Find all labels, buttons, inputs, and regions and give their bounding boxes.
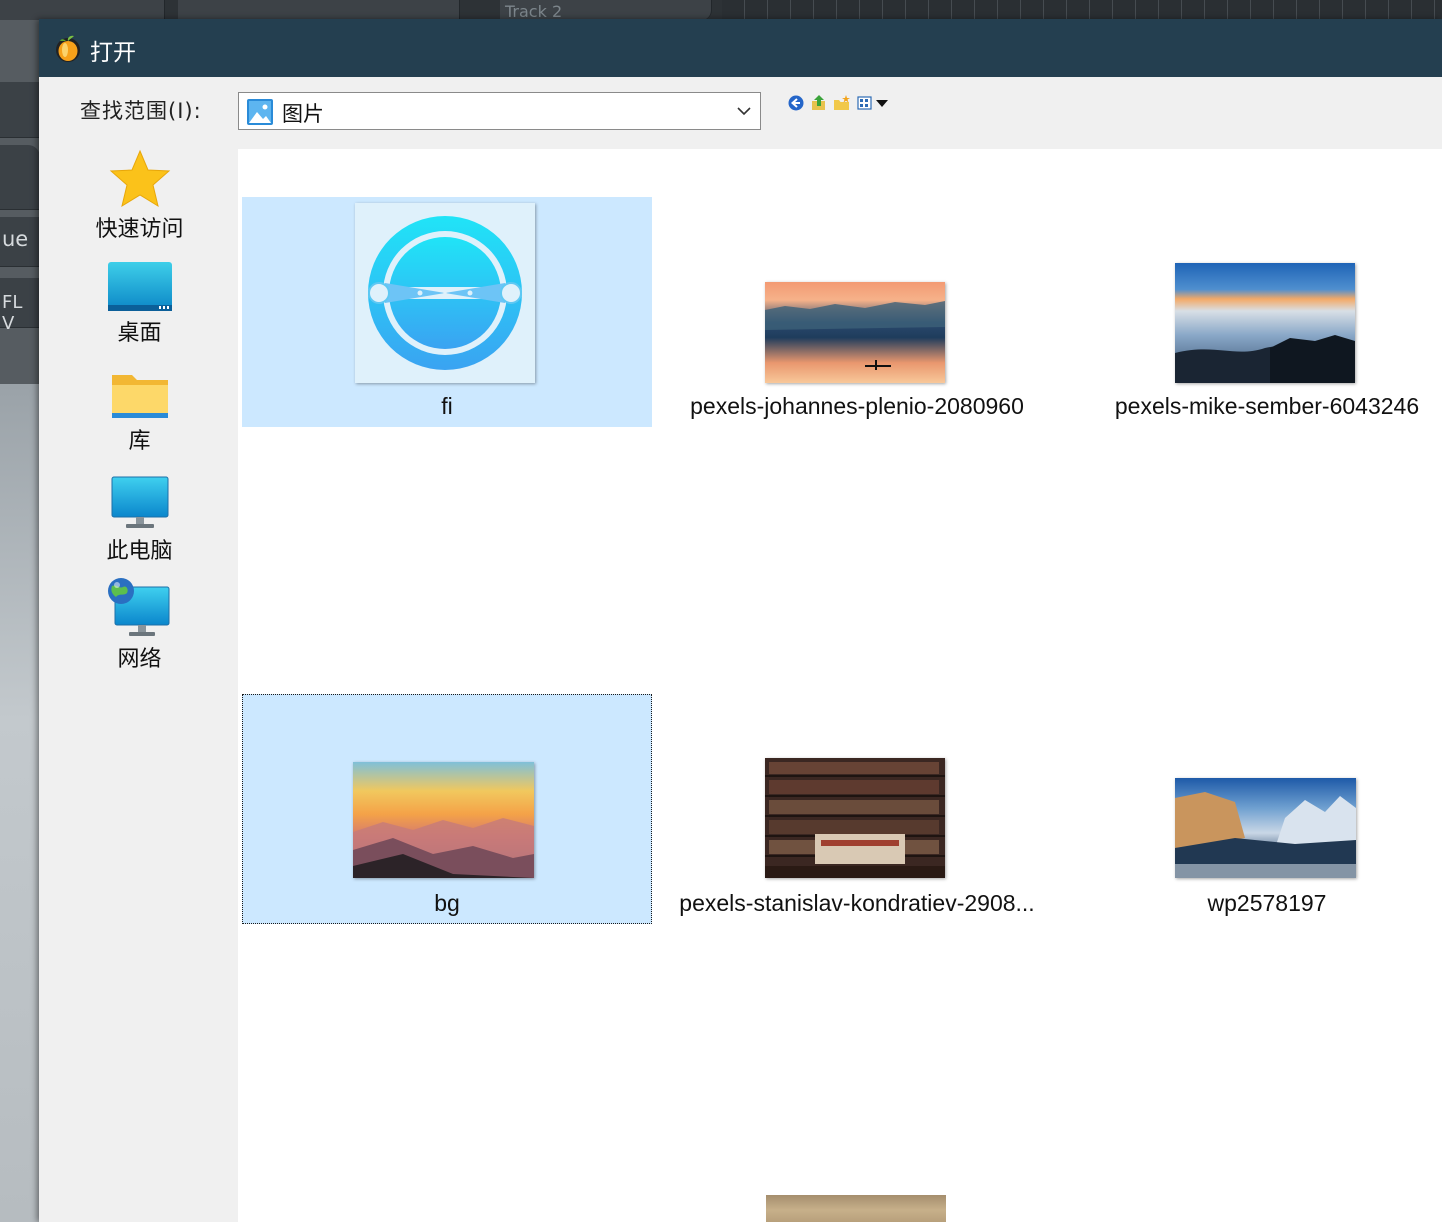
- fl-studio-fruit-icon: [56, 35, 80, 62]
- file-name: pexels-johannes-plenio-2080960: [690, 393, 1024, 419]
- file-thumbnail: [353, 762, 534, 878]
- background-panel: [0, 384, 40, 1222]
- open-file-dialog: 打开 查找范围(I): 图片 快速访问 桌面 库 此电脑 网络 fi pexel…: [39, 19, 1442, 1222]
- file-name: fi: [441, 393, 453, 419]
- file-thumbnail: [1175, 263, 1355, 383]
- background-playlist-grid: [722, 0, 1442, 20]
- pictures-folder-icon: [247, 99, 273, 125]
- file-thumbnail[interactable]: [766, 1195, 946, 1222]
- file-thumbnail: [1175, 778, 1356, 878]
- place-label: 库: [128, 429, 151, 454]
- file-item[interactable]: pexels-mike-sember-6043246: [1062, 197, 1442, 427]
- place-desktop[interactable]: 桌面: [51, 261, 228, 347]
- file-item[interactable]: pexels-johannes-plenio-2080960: [652, 197, 1062, 427]
- background-panel: [0, 145, 40, 210]
- file-thumbnail: [765, 282, 945, 383]
- folder-icon: [111, 375, 168, 418]
- file-thumbnail: [355, 203, 535, 383]
- place-label: 快速访问: [95, 217, 184, 242]
- background-toolbar: Track 2: [0, 0, 1442, 21]
- file-name: wp2578197: [1207, 890, 1327, 916]
- desktop-icon: [107, 262, 172, 311]
- file-name: pexels-mike-sember-6043246: [1114, 393, 1420, 419]
- file-thumbnail: [765, 758, 945, 878]
- background-panel: ue: [0, 217, 40, 267]
- place-this-pc[interactable]: 此电脑: [51, 475, 228, 565]
- view-menu-icon[interactable]: [857, 94, 893, 112]
- network-icon: [107, 578, 169, 636]
- computer-icon: [111, 476, 168, 528]
- clouds-photo: [1175, 335, 1355, 383]
- bookshelf-photo: [765, 758, 945, 878]
- back-icon[interactable]: [787, 94, 805, 112]
- app-logo-thumbnail: [368, 216, 522, 370]
- lake-photo: [765, 301, 945, 370]
- look-in-value: 图片: [282, 102, 324, 126]
- look-in-label: 查找范围(I):: [80, 99, 202, 123]
- look-in-dropdown[interactable]: 图片: [238, 92, 761, 130]
- file-item[interactable]: wp2578197: [1062, 694, 1442, 924]
- file-name: bg: [434, 890, 460, 916]
- new-folder-icon[interactable]: [833, 94, 851, 112]
- mountains-photo: [353, 818, 534, 878]
- file-item[interactable]: bg: [242, 694, 652, 924]
- dialog-title: 打开: [90, 40, 136, 66]
- file-name: pexels-stanislav-kondratiev-2908...: [679, 890, 1035, 916]
- places-bar: 快速访问 桌面 库 此电脑 网络: [51, 141, 238, 1222]
- file-item[interactable]: fi: [242, 197, 652, 427]
- star-icon: [109, 149, 170, 208]
- up-folder-icon[interactable]: [810, 94, 828, 112]
- background-text: FL V: [2, 292, 23, 334]
- background-panel: FL V: [0, 278, 40, 334]
- chevron-down-icon[interactable]: [736, 105, 752, 117]
- place-network[interactable]: 网络: [51, 577, 228, 673]
- place-label: 桌面: [117, 321, 162, 346]
- place-quick-access[interactable]: 快速访问: [51, 149, 228, 243]
- place-label: 此电脑: [106, 539, 173, 564]
- place-libraries[interactable]: 库: [51, 371, 228, 455]
- background-text: ue: [2, 227, 29, 251]
- file-list-view[interactable]: fi pexels-johannes-plenio-2080960 pexels…: [238, 149, 1442, 1222]
- background-panel: [0, 82, 40, 138]
- background-panel: [178, 0, 460, 20]
- valley-photo: [1175, 792, 1356, 878]
- file-item[interactable]: pexels-stanislav-kondratiev-2908...: [652, 694, 1062, 924]
- background-panel: [0, 0, 165, 20]
- dialog-titlebar[interactable]: 打开: [39, 19, 1442, 77]
- place-label: 网络: [117, 647, 162, 672]
